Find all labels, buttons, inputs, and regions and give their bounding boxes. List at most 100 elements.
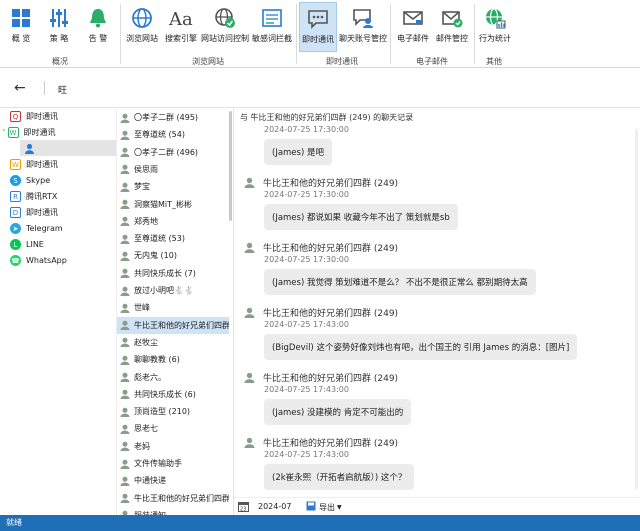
sensitive-word-button[interactable]: 敏感词拦截	[252, 2, 292, 52]
month-label[interactable]: 2024-07	[258, 502, 291, 511]
contact-item[interactable]: 文件传输助手	[117, 455, 229, 472]
message-bubble[interactable]: (James) 都说如果 收藏今年不出了 策划就是sb	[264, 204, 458, 230]
policy-button[interactable]: 策 略	[44, 2, 74, 52]
contact-scrollbar[interactable]	[229, 111, 232, 221]
site-access-control-button[interactable]: 网站访问控制	[201, 2, 249, 52]
contact-item[interactable]: 聊聊教教 (6)	[117, 351, 229, 368]
email-button[interactable]: 电子邮件	[395, 2, 431, 52]
skype-icon: S	[10, 175, 21, 186]
contact-item[interactable]: 共同快乐成长 (7)	[117, 265, 229, 282]
browse-sites-label: 浏览网站	[126, 34, 158, 43]
contact-item[interactable]: 〇孝子二群 (496)	[117, 144, 229, 161]
overview-button[interactable]: 概 览	[6, 2, 36, 52]
contact-item[interactable]: 老妈	[117, 438, 229, 455]
alert-label: 告 警	[88, 34, 108, 43]
dingtalk-icon: D	[10, 207, 21, 218]
group-label-other: 其他	[486, 57, 502, 66]
document-filter-icon	[259, 5, 285, 31]
chat-account-control-button[interactable]: 聊天账号管控	[339, 2, 387, 52]
nav-item-wechat-account[interactable]	[24, 141, 40, 156]
message-bubble[interactable]: (BigDevil) 这个姿势好像刘炜也有吧，出个国王的 引用 James 的消…	[264, 334, 578, 360]
contact-item[interactable]: 梦宝	[117, 178, 229, 195]
ribbon-divider	[390, 4, 391, 64]
nav-item-line[interactable]: L LINE	[10, 237, 44, 252]
contact-item[interactable]: 共同快乐成长 (6)	[117, 386, 229, 403]
contact-item[interactable]: 无内鬼 (10)	[117, 247, 229, 264]
contact-label: 〇孝子二群 (495)	[134, 113, 199, 122]
contact-item[interactable]: 服装通知	[117, 507, 229, 515]
contact-label: 共同快乐成长 (6)	[134, 389, 196, 399]
nav-item-qq[interactable]: Q 即时通讯	[10, 109, 58, 124]
chat-scrollbar[interactable]	[635, 129, 638, 489]
message-bubble[interactable]: (2k崔永熙（开拓者启航版）) 这个？	[264, 464, 415, 490]
contact-item[interactable]: 放过小明吧🐇🐇	[117, 282, 229, 299]
globe-icon	[129, 5, 155, 31]
contact-avatar-icon	[120, 424, 130, 434]
envelope-check-icon	[439, 5, 465, 31]
message-sender: 牛比王和他的好兄弟们四群 (249)	[244, 241, 398, 254]
contact-list[interactable]: 〇孝子二群 (495) 至尊道统 (54) 〇孝子二群 (496) 侯思雨 梦宝 洞察猫M…	[116, 109, 234, 515]
contact-avatar-icon	[120, 355, 130, 365]
message-list[interactable]: 2024-07-25 17:30:00 (James) 是吧 牛比王和他的好兄弟们四…	[234, 125, 640, 497]
message-bubble[interactable]: (James) 是吧	[264, 139, 332, 165]
ribbon-divider	[474, 4, 475, 64]
contact-item[interactable]: 牛比王和他的好兄弟们四群 (249)	[117, 316, 229, 334]
sender-name: 牛比王和他的好兄弟们四群 (249)	[263, 179, 399, 189]
nav-item-dingtalk[interactable]: D 即时通讯	[10, 205, 58, 220]
nav-item-label: Skype	[26, 176, 51, 185]
nav-item-rtx[interactable]: R 腾讯RTX	[10, 189, 57, 204]
contact-avatar-icon	[120, 234, 130, 244]
alert-button[interactable]: 告 警	[83, 2, 113, 52]
contact-label: 共同快乐成长 (7)	[134, 268, 196, 278]
globe-chart-icon	[482, 5, 508, 31]
contact-item[interactable]: 思老七	[117, 420, 229, 437]
contact-item[interactable]: 郑秀地	[117, 213, 229, 230]
contact-label: 郑秀地	[134, 216, 158, 226]
contact-item[interactable]: 世峰	[117, 299, 229, 316]
nav-item-wangwang[interactable]: W 即时通讯	[10, 157, 58, 172]
browse-sites-button[interactable]: 浏览网站	[124, 2, 160, 52]
search-input[interactable]: 旺	[58, 83, 67, 96]
calendar-icon[interactable]: 23	[238, 501, 249, 513]
nav-item-label: 即时通讯	[26, 208, 58, 217]
nav-item-wechat[interactable]: ˅ W 即时通讯	[2, 125, 56, 140]
status-bar: 就绪	[0, 515, 640, 531]
contact-item[interactable]: 至尊道统 (53)	[117, 230, 229, 247]
group-label-email: 电子邮件	[416, 57, 448, 66]
nav-item-telegram[interactable]: ➤ Telegram	[10, 221, 63, 236]
instant-messaging-button[interactable]: 即时通讯	[299, 2, 337, 52]
behavior-stats-button[interactable]: 行为统计	[477, 2, 513, 52]
contact-item[interactable]: 牛比王和他的好兄弟们四群	[117, 490, 229, 507]
contact-item[interactable]: 〇孝子二群 (495)	[117, 109, 229, 126]
contact-avatar-icon	[120, 493, 130, 504]
group-label-im: 即时通讯	[326, 57, 358, 66]
contact-label: 老妈	[134, 441, 150, 451]
im-type-tree: Q 即时通讯 ˅ W 即时通讯 W 即时通讯 S Skype R 腾讯RTX D…	[0, 109, 116, 515]
message-bubble[interactable]: (James) 没建模的 肯定不可能出的	[264, 399, 412, 425]
line-icon: L	[10, 239, 21, 250]
back-arrow-icon[interactable]: ←	[14, 80, 26, 96]
contact-item[interactable]: 侯思雨	[117, 161, 229, 178]
contact-item[interactable]: 顶尚造型 (210)	[117, 403, 229, 420]
contact-item[interactable]: 至尊道统 (54)	[117, 126, 229, 143]
contact-item[interactable]: 彪老六。	[117, 369, 229, 386]
export-button[interactable]: 导出 ▼	[306, 501, 342, 513]
divider	[44, 81, 45, 95]
group-label-overview: 概况	[52, 57, 68, 66]
contact-item[interactable]: 赵牧尘	[117, 334, 229, 351]
contact-avatar-icon	[120, 199, 130, 209]
nav-item-skype[interactable]: S Skype	[10, 173, 50, 188]
email-label: 电子邮件	[397, 34, 429, 43]
search-engine-button[interactable]: Aa 搜索引擎	[164, 2, 198, 52]
contact-item[interactable]: 中通快递	[117, 472, 229, 489]
wangwang-icon: W	[10, 159, 21, 170]
contact-label: 中通快递	[134, 476, 166, 486]
nav-item-whatsapp[interactable]: ☎ WhatsApp	[10, 253, 67, 268]
chevron-down-icon: ▼	[337, 503, 342, 511]
contact-label: 彪老六。	[134, 372, 166, 382]
chat-footer: 23 2024-07 导出 ▼	[234, 497, 640, 515]
email-control-button[interactable]: 邮件管控	[434, 2, 470, 52]
contact-item[interactable]: 洞察猫MiT_彬彬	[117, 196, 229, 213]
message-bubble[interactable]: (James) 我觉得 策划难道不是么？ 不出不是很正常么 都别期待太高	[264, 269, 536, 295]
policy-label: 策 略	[49, 34, 69, 43]
